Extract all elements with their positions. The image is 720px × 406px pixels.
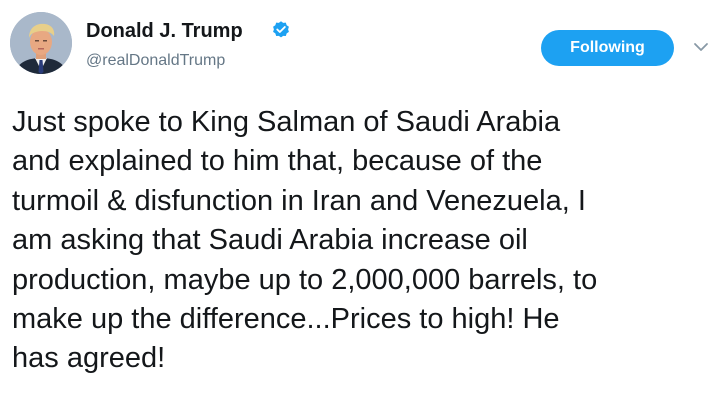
avatar-image — [10, 12, 72, 74]
author-display-name[interactable]: Donald J. Trump — [86, 20, 243, 43]
tweet-card: Donald J. Trump @realDonaldTrump Followi… — [0, 0, 720, 406]
avatar[interactable] — [10, 12, 72, 74]
author-handle[interactable]: @realDonaldTrump — [86, 52, 225, 70]
following-button-label: Following — [570, 39, 645, 56]
verified-badge-icon — [273, 21, 289, 38]
following-button[interactable]: Following — [541, 30, 674, 66]
tweet-text: Just spoke to King Salman of Saudi Arabi… — [12, 106, 598, 375]
chevron-down-icon[interactable] — [692, 38, 710, 56]
